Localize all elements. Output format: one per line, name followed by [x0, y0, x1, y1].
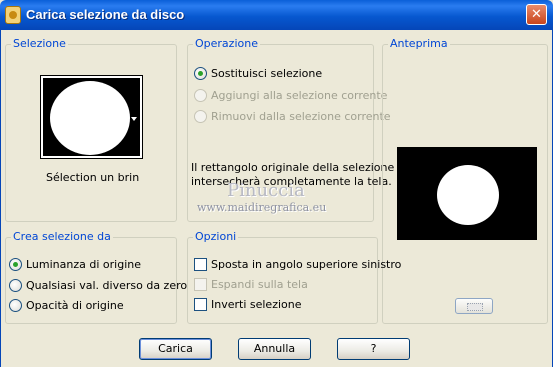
operazione-legend: Operazione [193, 37, 260, 50]
radio-label-opacita[interactable]: Opacità di origine [26, 299, 124, 312]
dialog-body: Selezione Sélection un brin Operazione S… [0, 30, 553, 367]
selection-thumbnail-image [43, 78, 140, 156]
help-button[interactable]: ? [337, 338, 410, 360]
checkbox-label-sposta[interactable]: Sposta in angolo superiore sinistro [211, 258, 401, 271]
selection-name: Sélection un brin [46, 171, 140, 184]
opzioni-group: Opzioni Sposta in angolo superiore sinis… [187, 230, 401, 324]
dropdown-arrow-icon [131, 117, 137, 121]
radio-rimuovi-selezione[interactable] [194, 110, 207, 123]
radio-label-sostituisci[interactable]: Sostituisci selezione [211, 67, 322, 80]
close-button[interactable]: ✕ [526, 4, 547, 25]
watermark-url: www.maidiregrafica.eu [197, 201, 327, 214]
radio-qualsiasi-valore[interactable] [9, 279, 22, 292]
annulla-button[interactable]: Annulla [238, 338, 311, 360]
checkbox-label-inverti[interactable]: Inverti selezione [211, 298, 302, 311]
carica-button[interactable]: Carica [139, 338, 212, 360]
anteprima-group: Anteprima [382, 37, 548, 324]
checkbox-label-espandi[interactable]: Espandi sulla tela [211, 278, 308, 291]
close-icon: ✕ [531, 7, 542, 22]
window-title: Carica selezione da disco [26, 7, 185, 22]
opzioni-legend: Opzioni [193, 230, 239, 243]
radio-label-rimuovi[interactable]: Rimuovi dalla selezione corrente [211, 110, 391, 123]
crea-selezione-group: Crea selezione da Luminanza di origine Q… [5, 230, 187, 324]
selezione-group: Selezione Sélection un brin [5, 37, 177, 222]
checkbox-sposta-angolo[interactable] [194, 258, 207, 271]
radio-opacita[interactable] [9, 299, 22, 312]
preview-canvas [397, 147, 537, 240]
radio-label-aggiungi[interactable]: Aggiungi alla selezione corrente [211, 89, 387, 102]
load-selection-app-icon [5, 6, 21, 24]
title-bar[interactable]: Carica selezione da disco ✕ [0, 0, 553, 30]
info-text-line-1: Il rettangolo originale della selezione [191, 161, 395, 174]
radio-sostituisci-selezione[interactable] [194, 67, 207, 80]
radio-aggiungi-selezione[interactable] [194, 89, 207, 102]
checkbox-inverti-selezione[interactable] [194, 298, 207, 311]
watermark-name: Pinuccia [227, 180, 305, 201]
anteprima-legend: Anteprima [388, 37, 450, 50]
radio-label-luminanza[interactable]: Luminanza di origine [26, 258, 141, 271]
selection-thumbnail-dropdown[interactable] [40, 75, 143, 159]
checkbox-espandi-tela[interactable] [194, 278, 207, 291]
radio-label-qualsiasi[interactable]: Qualsiasi val. diverso da zero [26, 279, 187, 292]
preview-selection-circle [437, 165, 499, 225]
selection-shape-circle [50, 81, 130, 155]
crea-selezione-legend: Crea selezione da [11, 230, 113, 243]
preview-zoom-button[interactable] [455, 298, 493, 314]
radio-luminanza[interactable] [9, 258, 22, 271]
selezione-legend: Selezione [11, 37, 68, 50]
